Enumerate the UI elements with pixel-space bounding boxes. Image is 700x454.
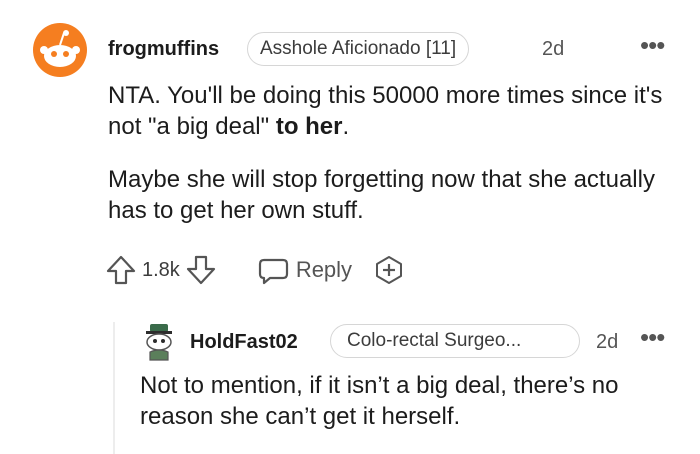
- comment-text: .: [342, 113, 350, 140]
- more-options-button[interactable]: •••: [640, 30, 665, 61]
- comment-username[interactable]: frogmuffins: [108, 38, 219, 61]
- downvote-icon[interactable]: [184, 253, 218, 287]
- comment-body-paragraph: Maybe she will stop forgetting now that …: [108, 166, 655, 224]
- comment-text: NTA. You'll be doing this 50000 more tim…: [108, 82, 663, 140]
- reply-user-avatar[interactable]: [140, 322, 178, 362]
- user-flair: Asshole Aficionado [11]: [247, 32, 470, 66]
- snoo-avatar-icon: [33, 23, 87, 77]
- comment-body-paragraph: NTA. You'll be doing this 50000 more tim…: [108, 80, 668, 142]
- reply-user-flair: Colo-rectal Surgeo...: [330, 324, 580, 358]
- reply-body: Not to mention, if it isn’t a big deal, …: [140, 372, 619, 430]
- reply-username[interactable]: HoldFast02: [190, 331, 298, 354]
- comment-action-bar: 1.8k Reply: [104, 250, 406, 290]
- reply-button[interactable]: Reply: [256, 253, 352, 287]
- thread-line[interactable]: [113, 322, 115, 454]
- comment-text-bold: to her: [275, 113, 343, 140]
- reply-timestamp: 2d: [596, 331, 619, 353]
- snoo-hat-avatar-icon: [146, 324, 172, 361]
- reply-more-options-button[interactable]: •••: [640, 322, 665, 353]
- upvote-icon[interactable]: [104, 253, 138, 287]
- comment-timestamp: 2d: [542, 38, 565, 60]
- user-avatar[interactable]: [33, 23, 87, 77]
- reply-label: Reply: [295, 257, 353, 282]
- chat-bubble-icon: [256, 253, 290, 287]
- vote-score: 1.8k: [142, 258, 180, 281]
- award-icon[interactable]: [372, 253, 406, 287]
